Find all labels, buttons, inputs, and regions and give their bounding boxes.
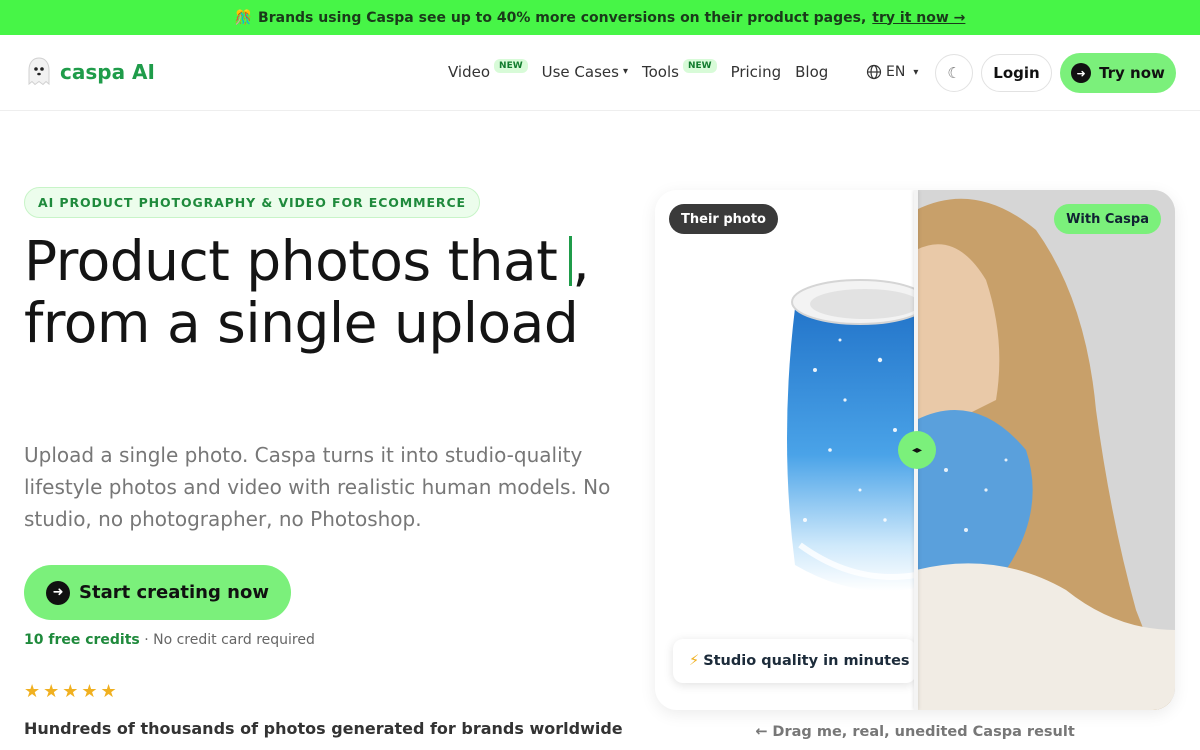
logo[interactable]: caspa AI xyxy=(27,57,155,87)
nav-links: Video NEW Use Cases ▾ Tools NEW Pricing … xyxy=(448,59,842,84)
hero-subtext: Upload a single photo. Caspa turns it in… xyxy=(24,443,611,531)
headline-punct: , xyxy=(572,229,590,293)
nav-item-pricing[interactable]: Pricing xyxy=(731,60,782,84)
headline-line-2: from a single upload xyxy=(24,291,579,355)
top-navigation: caspa AI Video NEW Use Cases ▾ Tools NEW… xyxy=(0,35,1200,111)
chevron-down-icon: ▾ xyxy=(913,66,919,78)
new-badge: NEW xyxy=(494,59,528,73)
social-proof-text: Hundreds of thousands of photos generate… xyxy=(24,719,623,738)
try-now-button[interactable]: ➜ Try now xyxy=(1060,53,1176,93)
chevron-down-icon: ▾ xyxy=(622,66,628,77)
studio-quality-pill: ⚡ Studio quality in minutes xyxy=(673,639,916,683)
banner-try-link[interactable]: try it now → xyxy=(872,10,965,26)
arrow-right-icon: ➜ xyxy=(46,580,71,605)
try-now-label: Try now xyxy=(1099,64,1165,82)
arrow-right-icon: ➜ xyxy=(1071,63,1092,83)
nav-item-tools[interactable]: Tools NEW xyxy=(642,59,717,84)
confetti-icon: 🎊 xyxy=(234,9,253,26)
theme-toggle-button[interactable]: ☾ xyxy=(935,54,973,92)
hero-eyebrow-badge: AI PRODUCT PHOTOGRAPHY & VIDEO FOR ECOMM… xyxy=(24,187,480,218)
nav-item-use-cases[interactable]: Use Cases ▾ xyxy=(542,60,628,84)
free-credits-note: 10 free credits · No credit card require… xyxy=(24,632,315,648)
start-creating-button[interactable]: ➜ Start creating now xyxy=(24,565,291,620)
globe-icon xyxy=(866,64,882,80)
studio-quality-text: Studio quality in minutes xyxy=(703,653,910,669)
nav-item-label: Use Cases xyxy=(541,63,619,81)
nav-item-label: Video xyxy=(448,63,491,81)
drag-handle[interactable]: ◂▸ xyxy=(898,431,936,469)
with-caspa-panel: With Caspa xyxy=(916,190,1175,710)
nav-item-blog[interactable]: Blog xyxy=(795,60,828,84)
nav-item-video[interactable]: Video NEW xyxy=(448,59,528,84)
cta-label: Start creating now xyxy=(79,582,269,603)
free-credits-strong: 10 free credits xyxy=(24,632,140,648)
banner-text: Brands using Caspa see up to 40% more co… xyxy=(258,9,867,26)
neck-gaiter-product-image xyxy=(787,279,916,592)
their-photo-panel: Their photo ⚡ Studio quality in minutes xyxy=(655,190,916,710)
logo-text: caspa AI xyxy=(60,60,155,84)
headline-line-1: Product photos that xyxy=(24,229,558,293)
moon-icon: ☾ xyxy=(947,64,961,82)
star-rating: ★★★★★ xyxy=(24,681,120,702)
model-wearing-gaiter-image xyxy=(916,190,1175,710)
before-after-comparison[interactable]: Their photo ⚡ Studio quality in minutes … xyxy=(655,190,1175,710)
nav-item-label: Blog xyxy=(795,63,829,81)
hero-headline: Product photos that, from a single uploa… xyxy=(24,230,624,354)
drag-arrows-icon: ◂▸ xyxy=(911,444,923,456)
free-credits-rest: · No credit card required xyxy=(139,632,315,648)
nav-item-label: Tools xyxy=(642,63,679,81)
their-photo-tag: Their photo xyxy=(669,204,778,234)
drag-caption: ← Drag me, real, unedited Caspa result xyxy=(755,724,1075,740)
language-selector[interactable]: EN ▾ xyxy=(866,60,918,84)
announcement-banner: 🎊 Brands using Caspa see up to 40% more … xyxy=(0,0,1200,35)
with-caspa-tag: With Caspa xyxy=(1054,204,1161,234)
ghost-logo-icon xyxy=(28,57,50,86)
nav-item-label: Pricing xyxy=(730,63,782,81)
language-label: EN xyxy=(886,64,906,80)
new-badge: NEW xyxy=(682,59,717,73)
login-button[interactable]: Login xyxy=(981,54,1052,92)
lightning-icon: ⚡ xyxy=(689,653,700,669)
